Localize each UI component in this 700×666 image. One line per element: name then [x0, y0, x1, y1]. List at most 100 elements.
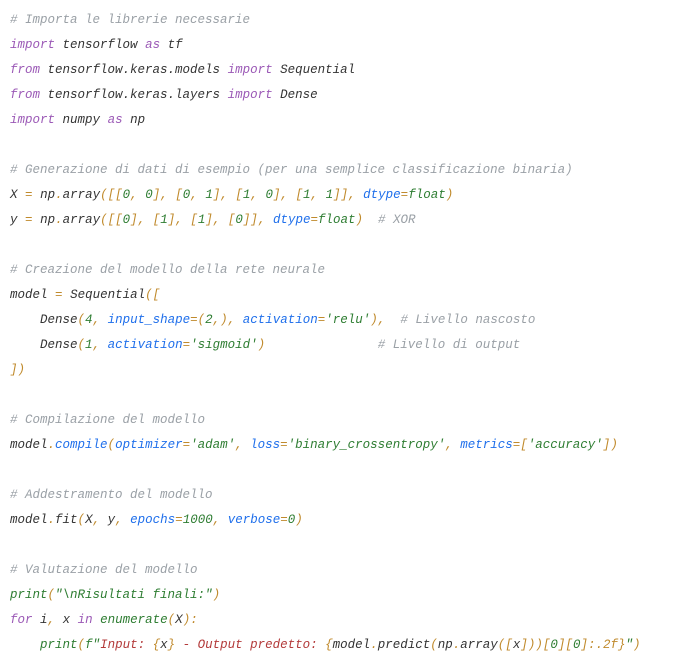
comma: ,: [280, 188, 288, 202]
class: Sequential: [280, 63, 355, 77]
op-eq: =: [280, 513, 288, 527]
method: fit: [55, 513, 78, 527]
dot: .: [55, 213, 63, 227]
comma: ,: [93, 313, 101, 327]
lb: [: [115, 188, 123, 202]
var: X: [10, 188, 18, 202]
keyword-as: as: [145, 38, 160, 52]
rp: ): [610, 438, 618, 452]
comma: ,: [160, 188, 168, 202]
kwarg: loss: [250, 438, 280, 452]
fstring-text: Input:: [100, 638, 153, 652]
rp: ): [535, 638, 543, 652]
op-eq: =: [25, 188, 33, 202]
var: x: [160, 638, 168, 652]
lp: (: [145, 288, 153, 302]
comma: ,: [235, 438, 243, 452]
rb: ]: [520, 638, 528, 652]
op-eq: =: [190, 313, 198, 327]
lb: [: [175, 188, 183, 202]
rb: ]: [10, 363, 18, 377]
comma: ,: [250, 188, 258, 202]
num: 2: [205, 313, 213, 327]
rp: ): [356, 213, 364, 227]
string: "\nRisultati finali:": [55, 588, 213, 602]
comment: # Addestramento del modello: [10, 488, 213, 502]
var: model: [10, 288, 48, 302]
comma: ,: [378, 313, 386, 327]
op-eq: =: [175, 513, 183, 527]
rb: ]: [333, 188, 341, 202]
var: model: [10, 513, 48, 527]
rb: ]: [580, 638, 588, 652]
comma: ,: [213, 513, 221, 527]
rp: ): [213, 588, 221, 602]
builtin: print: [10, 588, 48, 602]
kwarg: activation: [108, 338, 183, 352]
rbrace: }: [168, 638, 176, 652]
num: 0: [265, 188, 273, 202]
fmt: :.2f: [588, 638, 618, 652]
num: 0: [550, 638, 558, 652]
lp: (: [78, 513, 86, 527]
num: 0: [235, 213, 243, 227]
comment: # Livello di output: [378, 338, 521, 352]
lp: (: [100, 213, 108, 227]
kwarg: dtype: [363, 188, 401, 202]
np: np: [438, 638, 453, 652]
lb: [: [108, 213, 116, 227]
comma: ,: [175, 213, 183, 227]
lp: (: [430, 638, 438, 652]
dot: .: [48, 513, 56, 527]
var: i: [40, 613, 48, 627]
colon: :: [190, 613, 198, 627]
keyword-from: from: [10, 63, 40, 77]
comma: ,: [115, 513, 123, 527]
var: X: [175, 613, 183, 627]
kwarg: dtype: [273, 213, 311, 227]
var: y: [10, 213, 18, 227]
comma: ,: [348, 188, 356, 202]
rb: ]: [205, 213, 213, 227]
num: 1: [326, 188, 334, 202]
np: np: [40, 188, 55, 202]
lp: (: [48, 588, 56, 602]
num: 1: [160, 213, 168, 227]
comma: ,: [228, 313, 236, 327]
comma: ,: [311, 188, 319, 202]
alias: tf: [168, 38, 183, 52]
lbrace: {: [153, 638, 161, 652]
var: model: [10, 438, 48, 452]
fn: array: [460, 638, 498, 652]
kwarg: activation: [243, 313, 318, 327]
rbrace: }: [618, 638, 626, 652]
rp: ): [295, 513, 303, 527]
lp: (: [198, 313, 206, 327]
keyword-in: in: [78, 613, 93, 627]
string: 'relu': [325, 313, 370, 327]
class: Dense: [280, 88, 318, 102]
string: 'accuracy': [528, 438, 603, 452]
keyword-import: import: [10, 113, 55, 127]
op-eq: =: [280, 438, 288, 452]
comment: # XOR: [378, 213, 416, 227]
keyword-import: import: [228, 88, 273, 102]
module: numpy: [63, 113, 101, 127]
rb: ]: [341, 188, 349, 202]
num: 1: [205, 188, 213, 202]
lb: [: [505, 638, 513, 652]
lp: (: [78, 338, 86, 352]
num: 1000: [183, 513, 213, 527]
num: 1: [303, 188, 311, 202]
module: tensorflow: [63, 38, 138, 52]
lb: [: [565, 638, 573, 652]
var: model: [333, 638, 371, 652]
kwarg: optimizer: [115, 438, 183, 452]
comma: ,: [48, 613, 56, 627]
rp: ): [633, 638, 641, 652]
lp: (: [78, 313, 86, 327]
class: Dense: [40, 313, 78, 327]
lb: [: [115, 213, 123, 227]
method: predict: [378, 638, 431, 652]
module: tensorflow.keras.layers: [48, 88, 221, 102]
